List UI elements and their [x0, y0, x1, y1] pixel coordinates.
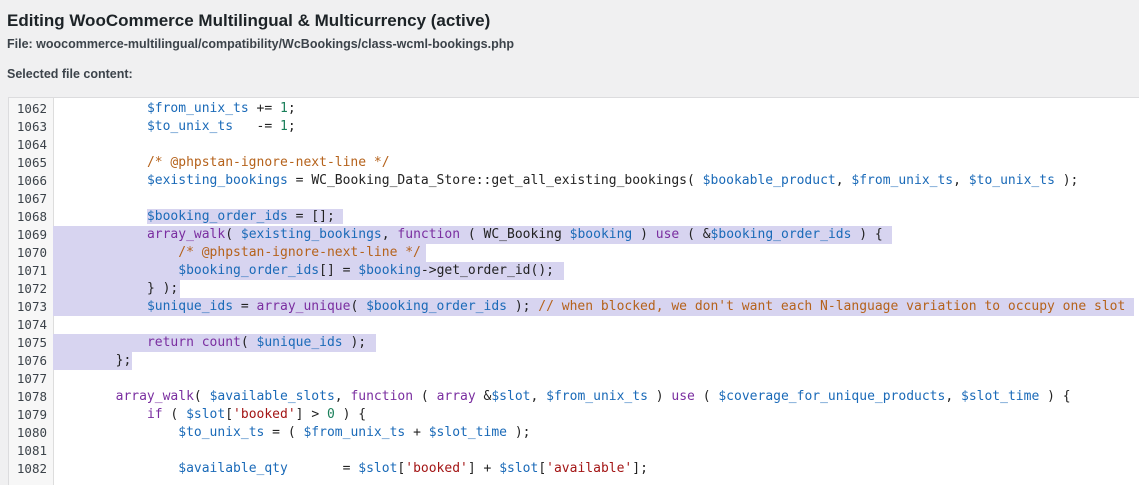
code-line[interactable]: 1062 $from_unix_ts += 1;	[9, 100, 1139, 118]
code-text: /* @phpstan-ignore-next-line */	[178, 245, 421, 260]
code-line[interactable]: 1066 $existing_bookings = WC_Booking_Dat…	[9, 172, 1139, 190]
line-number: 1080	[16, 425, 47, 440]
code-text: $existing_bookings = WC_Booking_Data_Sto…	[146, 173, 1079, 188]
code-line[interactable]: 1073 $unique_ids = array_unique( $bookin…	[9, 298, 1139, 316]
code-text: };	[115, 353, 132, 368]
code-line[interactable]: 1081	[9, 442, 1139, 460]
code-line[interactable]: 1071 $booking_order_ids[] = $booking->ge…	[9, 262, 1139, 280]
line-number: 1077	[16, 371, 47, 386]
code-line[interactable]: 1079 if ( $slot['booked'] > 0 ) {	[9, 406, 1139, 424]
code-text: $unique_ids = array_unique( $booking_ord…	[146, 299, 1126, 314]
code-text: array_walk( $existing_bookings, function…	[146, 227, 883, 242]
line-number: 1071	[16, 263, 47, 278]
code-line[interactable]: 1075 return count( $unique_ids );	[9, 334, 1139, 352]
code-text: /* @phpstan-ignore-next-line */	[146, 155, 390, 170]
code-line[interactable]: 1077	[9, 370, 1139, 388]
page-title: Editing WooCommerce Multilingual & Multi…	[7, 11, 491, 30]
line-number: 1073	[16, 299, 47, 314]
line-number: 1066	[16, 173, 47, 188]
line-number: 1075	[16, 335, 47, 350]
code-text: } );	[146, 281, 179, 296]
code-editor[interactable]: 1062 $from_unix_ts += 1; 1063 $to_unix_t…	[8, 97, 1139, 485]
code-line[interactable]: 1082 $available_qty = $slot['booked'] + …	[9, 460, 1139, 478]
code-line[interactable]: 1072 } );	[9, 280, 1139, 298]
file-path: File: woocommerce-multilingual/compatibi…	[7, 37, 515, 51]
line-number: 1079	[16, 407, 47, 422]
code-text: $booking_order_ids[] = $booking->get_ord…	[178, 263, 554, 278]
line-number: 1063	[16, 119, 47, 134]
code-line[interactable]: 1076 };	[9, 352, 1139, 370]
code-text: $to_unix_ts -= 1;	[146, 119, 296, 134]
code-line[interactable]: 1074	[9, 316, 1139, 334]
code-text: array_walk( $available_slots, function (…	[115, 389, 1071, 404]
line-number: 1067	[16, 191, 47, 206]
line-number: 1069	[16, 227, 47, 242]
code-line[interactable]: 1067	[9, 190, 1139, 208]
line-number: 1074	[16, 317, 47, 332]
code-line[interactable]: 1063 $to_unix_ts -= 1;	[9, 118, 1139, 136]
code-line[interactable]: 1070 /* @phpstan-ignore-next-line */	[9, 244, 1139, 262]
code-text: return count( $unique_ids );	[146, 335, 367, 350]
line-number: 1072	[16, 281, 47, 296]
line-number: 1062	[16, 101, 47, 116]
line-number: 1081	[16, 443, 47, 458]
code-line[interactable]: 1064	[9, 136, 1139, 154]
line-number: 1064	[16, 137, 47, 152]
line-number: 1076	[16, 353, 47, 368]
line-number: 1082	[16, 461, 47, 476]
code-line[interactable]: 1065 /* @phpstan-ignore-next-line */	[9, 154, 1139, 172]
code-line[interactable]: 1078 array_walk( $available_slots, funct…	[9, 388, 1139, 406]
code-line[interactable]: 1069 array_walk( $existing_bookings, fun…	[9, 226, 1139, 244]
code-line[interactable]: 1068 $booking_order_ids = [];	[9, 208, 1139, 226]
line-number: 1078	[16, 389, 47, 404]
line-number: 1070	[16, 245, 47, 260]
code-text: $booking_order_ids = [];	[53, 208, 343, 226]
code-text: if ( $slot['booked'] > 0 ) {	[146, 407, 367, 422]
code-text: $to_unix_ts = ( $from_unix_ts + $slot_ti…	[178, 425, 531, 440]
line-number: 1068	[16, 209, 47, 224]
line-number: 1065	[16, 155, 47, 170]
code-line[interactable]: 1080 $to_unix_ts = ( $from_unix_ts + $sl…	[9, 424, 1139, 442]
code-text: $available_qty = $slot['booked'] + $slot…	[178, 461, 648, 476]
code-text: $from_unix_ts += 1;	[146, 101, 296, 116]
selected-content-label: Selected file content:	[7, 67, 133, 81]
